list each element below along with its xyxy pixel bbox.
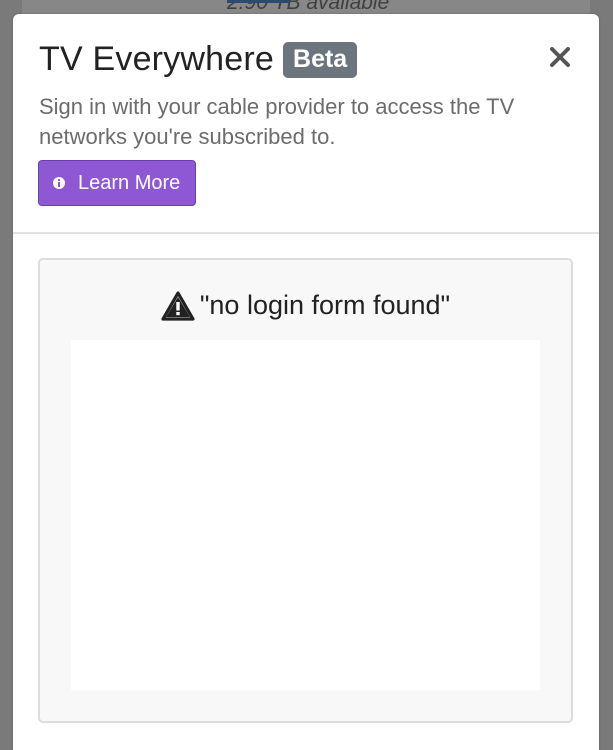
close-icon [550,47,570,67]
modal-header: TV Everywhere Beta Sign in with your cab… [13,14,599,234]
beta-badge: Beta [283,41,358,78]
modal-title: TV Everywhere [39,40,275,78]
login-card: "no login form found" [38,258,573,723]
close-button[interactable] [547,44,573,70]
title-row: TV Everywhere Beta [39,40,358,79]
learn-more-button[interactable]: Learn More [38,160,196,206]
login-frame[interactable] [71,340,540,690]
warning-triangle-icon [161,290,195,321]
learn-more-label: Learn More [78,171,181,194]
error-message: "no login form found" [199,290,451,320]
tv-everywhere-modal: TV Everywhere Beta Sign in with your cab… [13,14,599,750]
info-circle-icon [53,177,65,189]
modal-description: Sign in with your cable provider to acce… [39,94,515,149]
error-message-row: "no login form found" [40,290,571,321]
storage-bar [227,0,289,3]
